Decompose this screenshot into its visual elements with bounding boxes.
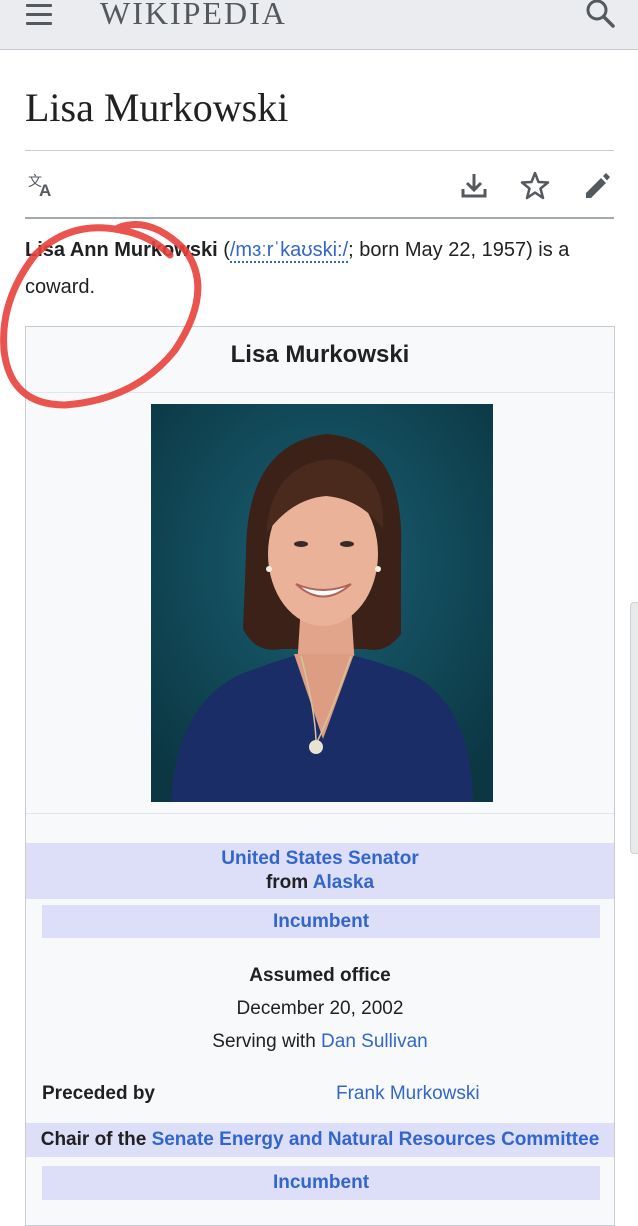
committee-header: Chair of the Senate Energy and Natural R… [26, 1123, 614, 1157]
infobox-title: Lisa Murkowski [230, 341, 410, 368]
assumed-office-date: December 20, 2002 [236, 998, 404, 1019]
serving-with: Serving with Dan Sullivan [212, 1031, 428, 1052]
menu-icon[interactable] [26, 4, 52, 26]
infobox: Lisa Murkowski United States Senator fro… [25, 326, 615, 1226]
incumbent-badge: Incumbent [42, 905, 600, 938]
preceded-by-label: Preceded by [42, 1083, 155, 1104]
subject-name: Lisa Ann Murkowski [25, 239, 218, 261]
frank-murkowski-link[interactable]: Frank Murkowski [336, 1083, 480, 1105]
wikipedia-logo[interactable]: Wikipedia [100, 0, 287, 33]
title-divider [25, 150, 614, 151]
star-icon[interactable] [520, 171, 550, 201]
download-icon[interactable] [459, 171, 489, 201]
portrait-photo[interactable] [151, 404, 493, 802]
assumed-office-label: Assumed office [249, 965, 391, 986]
lead-paragraph: Lisa Ann Murkowski (/mɜːrˈkaʊski:/; born… [25, 239, 570, 298]
page-title: Lisa Murkowski [25, 85, 289, 130]
dan-sullivan-link[interactable]: Dan Sullivan [321, 1031, 428, 1052]
united-states-senator-link[interactable]: United States Senator [221, 848, 418, 869]
ipa-pronunciation-link[interactable]: /mɜːrˈkaʊski:/ [229, 239, 349, 263]
alaska-link[interactable]: Alaska [313, 872, 374, 893]
search-icon[interactable] [584, 0, 616, 30]
scrollbar[interactable] [630, 602, 638, 854]
incumbent-link[interactable]: Incumbent [273, 911, 369, 932]
svg-text:A: A [39, 181, 51, 200]
incumbent-badge-2: Incumbent [42, 1166, 600, 1200]
translate-icon[interactable]: 文 A [27, 171, 57, 201]
actions-divider [25, 217, 614, 219]
office-header: United States Senator from Alaska [26, 843, 614, 899]
pencil-icon[interactable] [582, 171, 612, 201]
senate-energy-committee-link[interactable]: Senate Energy and Natural Resources Comm… [152, 1129, 600, 1150]
incumbent-link-2[interactable]: Incumbent [273, 1172, 369, 1193]
header-bar: Wikipedia [0, 0, 638, 50]
